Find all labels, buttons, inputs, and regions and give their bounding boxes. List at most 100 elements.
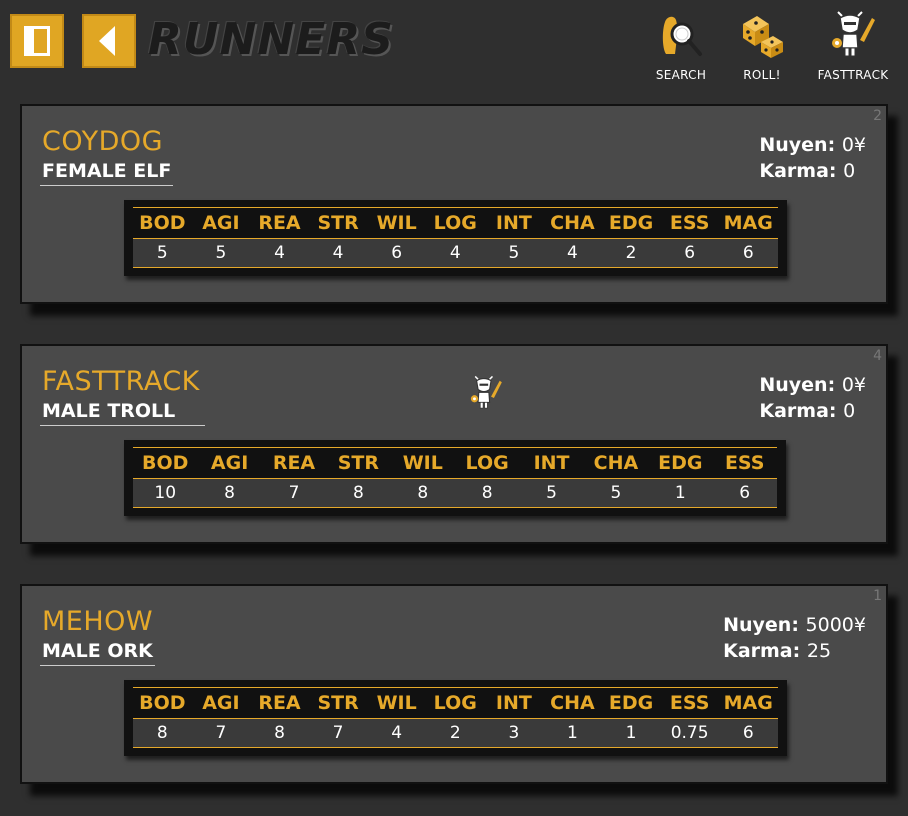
attribute-value: 5	[484, 238, 544, 268]
attribute-header: AGI	[197, 447, 262, 479]
roll-label: ROLL!	[743, 68, 781, 82]
attribute-value: 8	[197, 478, 262, 508]
attribute-table: BOD AGI REA STR WIL LOG INT CHA EDG ESS …	[124, 440, 786, 516]
card-number: 4	[873, 348, 882, 364]
attribute-header: WIL	[367, 687, 426, 719]
attribute-value: 6	[718, 718, 778, 748]
attribute-header: MAG	[718, 687, 778, 719]
attribute-value: 7	[261, 478, 327, 508]
runner-card-fasttrack[interactable]: 4 FASTTRACK MALE TROLL Nuyen: 0¥ Karma: …	[20, 344, 888, 544]
attribute-header: STR	[326, 447, 391, 479]
attribute-value: 5	[133, 238, 192, 268]
nuyen-value: 0¥	[841, 134, 866, 156]
attribute-header: BOD	[133, 687, 192, 719]
attribute-header: STR	[308, 687, 368, 719]
attribute-value: 8	[454, 478, 520, 508]
runner-metatype: FEMALE ELF	[40, 160, 174, 186]
search-label: SEARCH	[655, 68, 707, 82]
resources: Nuyen: 0¥ Karma: 0	[759, 372, 866, 424]
back-button[interactable]	[82, 14, 136, 68]
attribute-value: 4	[250, 238, 309, 268]
runner-metatype: MALE ORK	[40, 640, 155, 666]
attribute-value: 7	[191, 718, 251, 748]
attribute-header-row: BOD AGI REA STR WIL LOG INT CHA EDG ESS …	[133, 687, 778, 719]
attribute-value: 8	[133, 718, 192, 748]
runner-name: COYDOG	[42, 126, 164, 157]
troll-icon	[832, 11, 875, 57]
attribute-header: REA	[261, 447, 327, 479]
attribute-header: LOG	[454, 447, 520, 479]
attribute-header: EDG	[601, 207, 661, 239]
attribute-value: 6	[712, 478, 777, 508]
attribute-value: 6	[660, 238, 719, 268]
search-icon	[662, 16, 702, 56]
attribute-value: 8	[390, 478, 455, 508]
attribute-value-row: 5 5 4 4 6 4 5 4 2 6 6	[133, 238, 778, 268]
sidebar-toggle-button[interactable]	[10, 14, 64, 68]
runner-card-coydog[interactable]: 2 COYDOG FEMALE ELF Nuyen: 0¥ Karma: 0 B…	[20, 104, 888, 304]
attribute-value: 5	[191, 238, 251, 268]
attribute-value: 4	[543, 238, 602, 268]
attribute-header: ESS	[712, 447, 777, 479]
attribute-header: STR	[308, 207, 368, 239]
karma-value: 0	[843, 160, 856, 182]
attribute-header: BOD	[133, 207, 192, 239]
attribute-header: MAG	[718, 207, 778, 239]
back-arrow-icon	[99, 26, 115, 56]
karma-value: 0	[843, 400, 856, 422]
attribute-header-row: BOD AGI REA STR WIL LOG INT CHA EDG ESS …	[133, 207, 778, 239]
attribute-header-row: BOD AGI REA STR WIL LOG INT CHA EDG ESS	[133, 447, 777, 479]
attribute-header: EDG	[601, 687, 661, 719]
attribute-header: INT	[484, 207, 544, 239]
page-title: RUNNERS	[148, 14, 394, 65]
troll-icon	[470, 375, 502, 409]
attribute-value: 5	[583, 478, 649, 508]
attribute-value: 6	[718, 238, 778, 268]
nuyen-label: Nuyen:	[759, 134, 836, 156]
attribute-value: 1	[648, 478, 713, 508]
attribute-header: BOD	[133, 447, 198, 479]
attribute-value: 8	[326, 478, 391, 508]
runner-card-mehow[interactable]: 1 MEHOW MALE ORK Nuyen: 5000¥ Karma: 25 …	[20, 584, 888, 784]
attribute-value: 3	[484, 718, 544, 748]
resources: Nuyen: 0¥ Karma: 0	[759, 132, 866, 184]
attribute-value: 4	[425, 238, 485, 268]
karma-label: Karma:	[759, 400, 837, 422]
nuyen-value: 0¥	[841, 374, 866, 396]
attribute-value: 1	[543, 718, 602, 748]
dice-icon	[743, 16, 783, 58]
attribute-header: CHA	[543, 207, 602, 239]
nuyen-value: 5000¥	[805, 614, 866, 636]
fasttrack-label: FASTTRACK	[817, 68, 889, 82]
attribute-header: EDG	[648, 447, 713, 479]
runner-metatype: MALE TROLL	[40, 400, 206, 426]
attribute-header: ESS	[660, 207, 719, 239]
attribute-header: WIL	[390, 447, 455, 479]
attribute-header: WIL	[367, 207, 426, 239]
nuyen-label: Nuyen:	[723, 614, 799, 636]
attribute-header: CHA	[543, 687, 602, 719]
attribute-value: 5	[519, 478, 584, 508]
runner-name: FASTTRACK	[42, 366, 200, 397]
attribute-value-row: 8 7 8 7 4 2 3 1 1 0.75 6	[133, 718, 778, 748]
card-number: 2	[873, 108, 882, 124]
attribute-table: BOD AGI REA STR WIL LOG INT CHA EDG ESS …	[124, 680, 787, 756]
attribute-value: 6	[367, 238, 426, 268]
attribute-value: 2	[601, 238, 661, 268]
attribute-header: INT	[484, 687, 544, 719]
attribute-header: LOG	[425, 687, 485, 719]
fasttrack-button[interactable]: FASTTRACK	[812, 10, 894, 82]
attribute-value: 1	[601, 718, 661, 748]
search-button[interactable]: SEARCH	[650, 10, 712, 82]
attribute-header: INT	[519, 447, 584, 479]
attribute-header: AGI	[191, 207, 251, 239]
nuyen-label: Nuyen:	[759, 374, 836, 396]
resources: Nuyen: 5000¥ Karma: 25	[723, 612, 866, 664]
attribute-value: 8	[250, 718, 309, 748]
roll-button[interactable]: ROLL!	[736, 10, 788, 82]
card-number: 1	[873, 588, 882, 604]
attribute-header: REA	[250, 687, 309, 719]
attribute-header: ESS	[660, 687, 719, 719]
attribute-value: 4	[367, 718, 426, 748]
attribute-value-row: 10 8 7 8 8 8 5 5 1 6	[133, 478, 777, 508]
